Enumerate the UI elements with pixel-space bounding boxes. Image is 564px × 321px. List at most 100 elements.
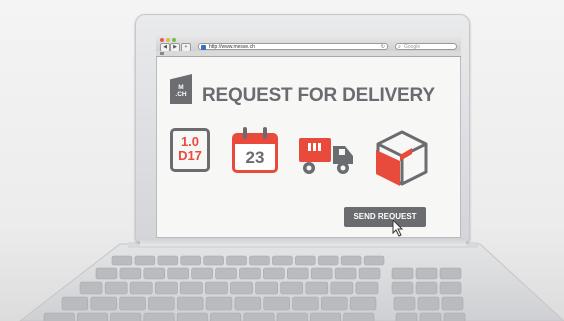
keyboard-key[interactable] — [415, 281, 438, 295]
maximize-window-icon[interactable] — [172, 38, 176, 42]
browser-toolbar: ◀ ▶ + http://www.messe.ch ↻ ⌕ Google — [156, 36, 461, 57]
keyboard-key[interactable] — [77, 312, 108, 321]
keyboard-key[interactable] — [343, 312, 375, 321]
keyboard-key[interactable] — [180, 255, 201, 266]
open-box-icon — [376, 130, 428, 186]
keyboard-key[interactable] — [129, 281, 153, 295]
keyboard-key[interactable] — [395, 312, 418, 321]
laptop-screen: ◀ ▶ + http://www.messe.ch ↻ ⌕ Google M .… — [156, 36, 461, 238]
laptop-scene: ◀ ▶ + http://www.messe.ch ↻ ⌕ Google M .… — [0, 0, 564, 321]
keyboard-key[interactable] — [441, 296, 464, 311]
send-request-button[interactable]: SEND REQUEST — [344, 207, 426, 227]
keyboard-key[interactable] — [205, 281, 228, 295]
keyboard-key[interactable] — [310, 267, 333, 280]
keyboard-key[interactable] — [176, 296, 204, 311]
mch-logo: M .CH — [170, 74, 192, 104]
page-title: REQUEST FOR DELIVERY — [202, 85, 435, 106]
keyboard-key[interactable] — [43, 312, 75, 321]
keyboard-key[interactable] — [203, 255, 224, 266]
keyboard-key[interactable] — [355, 281, 379, 295]
calendar-header — [235, 136, 275, 144]
keyboard-key[interactable] — [249, 255, 270, 266]
keyboard-key[interactable] — [226, 255, 247, 266]
keyboard-key[interactable] — [111, 255, 133, 266]
keyboard-key[interactable] — [243, 312, 275, 321]
address-bar[interactable]: http://www.messe.ch ↻ — [198, 43, 388, 50]
keyboard-key[interactable] — [167, 267, 189, 280]
keyboard-key[interactable] — [110, 312, 142, 321]
calendar-ring-right — [263, 127, 267, 139]
close-window-icon[interactable] — [160, 38, 164, 42]
keyboard-key[interactable] — [263, 267, 285, 280]
version-line1: 1.0 — [180, 134, 200, 149]
keyboard-key[interactable] — [205, 296, 233, 311]
keyboard-key[interactable] — [276, 312, 308, 321]
keyboard-key[interactable] — [90, 296, 117, 311]
keyboard-key[interactable] — [287, 267, 309, 280]
keyboard-key[interactable] — [61, 296, 89, 311]
keyboard-key[interactable] — [415, 267, 438, 280]
keyboard-key[interactable] — [191, 267, 213, 280]
keyboard-key[interactable] — [230, 281, 253, 295]
keyboard-key[interactable] — [119, 296, 146, 311]
keyboard-key[interactable] — [176, 312, 208, 321]
keyboard-key[interactable] — [255, 281, 278, 295]
keyboard-key[interactable] — [210, 312, 242, 321]
keyboard-key[interactable] — [119, 267, 142, 280]
keyboard-key[interactable] — [330, 281, 354, 295]
keyboard-key[interactable] — [317, 255, 339, 266]
favicon-icon — [201, 45, 206, 50]
search-field[interactable]: ⌕ Google — [395, 43, 457, 50]
minimize-window-icon[interactable] — [166, 38, 170, 42]
bookmarks-icon[interactable] — [160, 52, 164, 55]
keyboard-key[interactable] — [104, 281, 128, 295]
logo-line2: .CH — [175, 91, 187, 98]
keyboard-key[interactable] — [443, 312, 466, 321]
version-icon: 1.0 D17 — [170, 128, 210, 172]
keyboard-key[interactable] — [143, 267, 166, 280]
keyboard-key[interactable] — [334, 267, 357, 280]
keyboard-key[interactable] — [391, 267, 414, 280]
calendar-icon: 23 — [232, 127, 278, 173]
calendar-ring-left — [243, 127, 247, 139]
keyboard-key[interactable] — [154, 281, 178, 295]
laptop-hinge — [140, 238, 466, 246]
keyboard-key[interactable] — [280, 281, 304, 295]
keyboard-key[interactable] — [321, 296, 348, 311]
keyboard-key[interactable] — [292, 296, 319, 311]
keyboard-key[interactable] — [419, 312, 442, 321]
keyboard-key[interactable] — [391, 281, 414, 295]
keyboard-key[interactable] — [272, 255, 293, 266]
keyboard-key[interactable] — [439, 281, 462, 295]
logo-line1: M — [178, 84, 184, 91]
calendar-day: 23 — [245, 148, 265, 167]
keyboard-key[interactable] — [234, 296, 262, 311]
search-icon: ⌕ — [398, 44, 401, 50]
reload-icon[interactable]: ↻ — [381, 44, 385, 51]
keyboard-key[interactable] — [215, 267, 237, 280]
keyboard-key[interactable] — [148, 296, 175, 311]
keyboard-key[interactable] — [349, 296, 377, 311]
keyboard-key[interactable] — [363, 255, 385, 266]
address-url: http://www.messe.ch — [209, 44, 255, 50]
search-placeholder: Google — [404, 44, 421, 50]
keyboard-key[interactable] — [134, 255, 156, 266]
mouse-pointer-icon — [392, 219, 404, 237]
keyboard-key[interactable] — [417, 296, 440, 311]
keyboard-key[interactable] — [358, 267, 381, 280]
keyboard-key[interactable] — [263, 296, 290, 311]
keyboard-key[interactable] — [295, 255, 316, 266]
keyboard-key[interactable] — [305, 281, 329, 295]
keyboard-key[interactable] — [180, 281, 203, 295]
keyboard-key[interactable] — [79, 281, 103, 295]
keyboard-key[interactable] — [95, 267, 118, 280]
keyboard-key[interactable] — [439, 267, 462, 280]
version-line2: D17 — [178, 148, 202, 163]
keyboard-key[interactable] — [143, 312, 175, 321]
keyboard-key[interactable] — [340, 255, 362, 266]
keyboard-key[interactable] — [393, 296, 416, 311]
keyboard-key[interactable] — [157, 255, 179, 266]
bookmarks-bar — [156, 51, 461, 56]
keyboard-key[interactable] — [239, 267, 261, 280]
keyboard-key[interactable] — [310, 312, 341, 321]
